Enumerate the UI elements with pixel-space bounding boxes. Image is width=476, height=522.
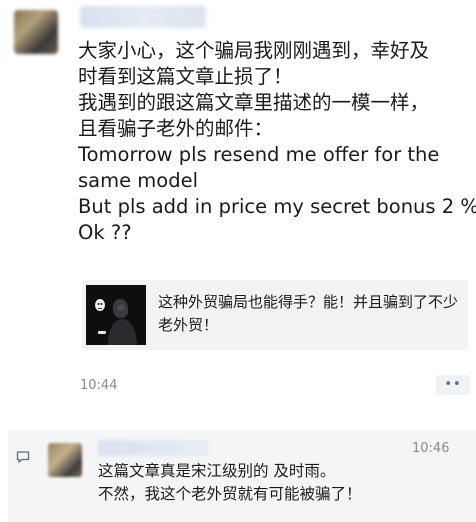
username-blurred[interactable] [80,6,206,28]
comment-text[interactable]: 这篇文章真是宋江级别的 及时雨。 不然，我这个老外贸就有可能被骗了！ [98,460,458,506]
comment-bubble-icon [16,451,30,463]
comment-time: 10:46 [412,441,450,456]
commenter-avatar[interactable] [48,443,82,477]
post-text-line: Tomorrow pls resend me offer for the [78,143,440,166]
comment-text-line: 这篇文章真是宋江级别的 及时雨。 [98,462,336,480]
shared-article-card[interactable]: 这种外贸骗局也能得手？能！并且骗到了不少老外贸！ [82,280,468,350]
post-text: 大家小心，这个骗局我刚刚遇到，幸好及 时看到这篇文章止损了！ 我遇到的跟这篇文章… [78,38,476,246]
moments-post: 大家小心，这个骗局我刚刚遇到，幸好及 时看到这篇文章止损了！ 我遇到的跟这篇文章… [0,0,476,420]
post-text-line: Ok ?? [78,221,132,244]
post-text-line: 大家小心，这个骗局我刚刚遇到，幸好及 [78,39,430,62]
article-title: 这种外贸骗局也能得手？能！并且骗到了不少老外贸！ [158,293,459,334]
more-dots-icon: •• [444,377,462,392]
post-text-line: But pls add in price my secret bonus 2 % [78,195,476,218]
post-text-line: same model [78,169,199,192]
post-text-line: 且看骗子老外的邮件： [78,117,274,140]
commenter-name-blurred[interactable] [98,440,208,456]
post-time: 10:44 [80,378,118,393]
avatar[interactable] [14,10,58,54]
article-thumbnail [86,285,146,345]
post-text-line: 我遇到的跟这篇文章里描述的一模一样， [78,91,430,114]
more-button[interactable]: •• [436,375,470,395]
post-text-line: 时看到这篇文章止损了！ [78,65,293,88]
masked-figure-image [86,285,146,345]
comment-text-line: 不然，我这个老外贸就有可能被骗了！ [98,485,362,503]
